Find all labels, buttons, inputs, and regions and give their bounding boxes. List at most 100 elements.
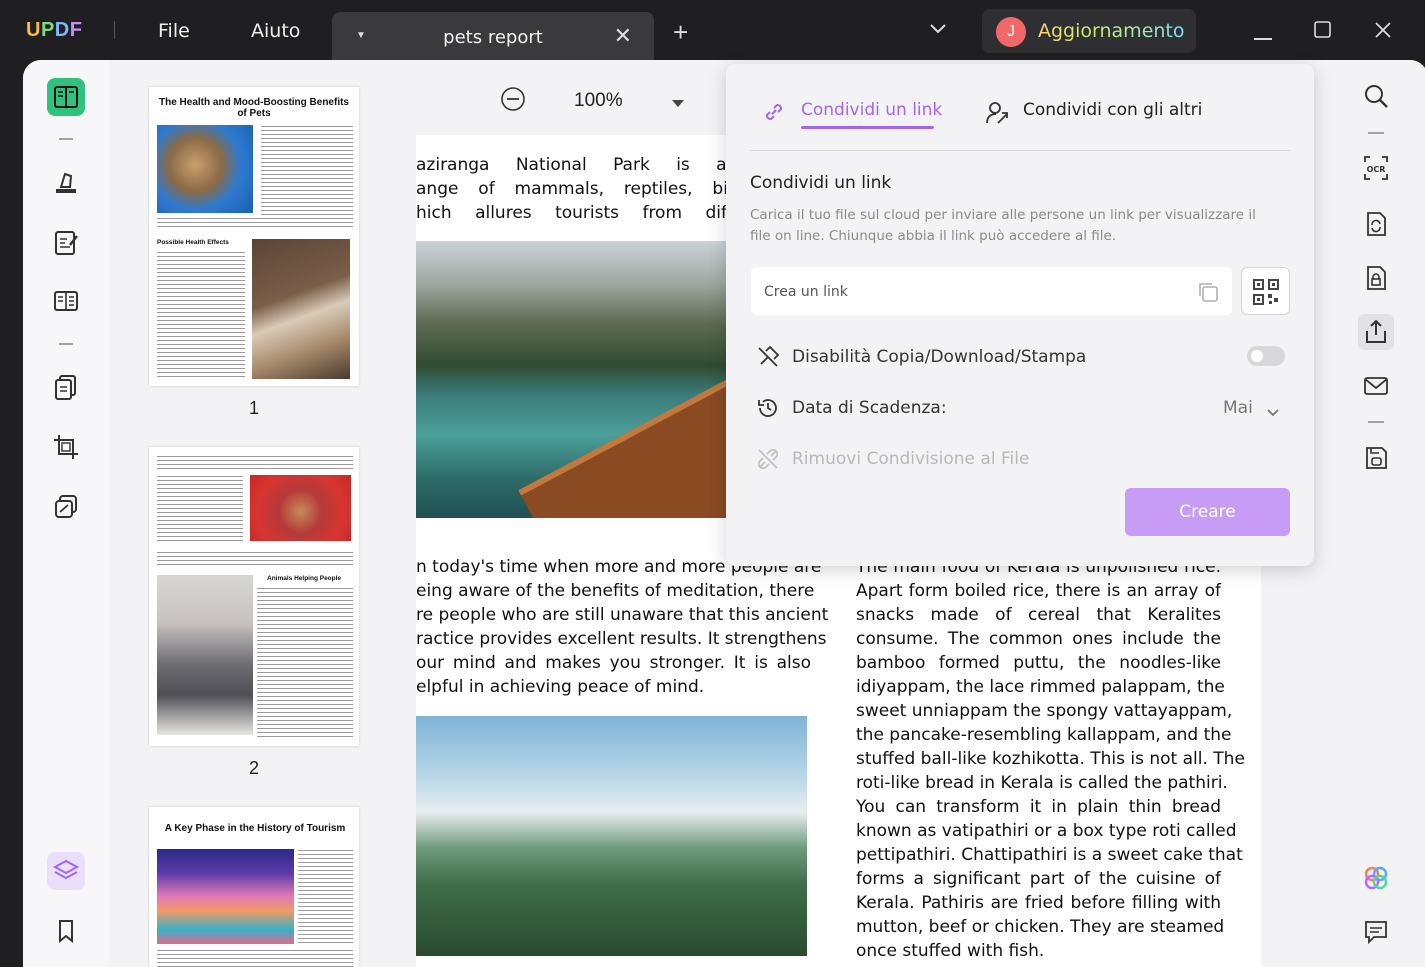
page-thumbnail-1[interactable]: The Health and Mood-Boosting Benefits of… <box>149 87 359 386</box>
page-thumbnail-3[interactable]: A Key Phase in the History of Tourism <box>149 807 359 967</box>
boat-bow <box>518 368 726 518</box>
palm-trees-photo <box>416 716 807 956</box>
link-placeholder: Crea un link <box>764 284 848 300</box>
ai-assistant-icon[interactable] <box>1358 860 1394 896</box>
text-line: our mind and makes you stronger. It is a… <box>416 653 811 673</box>
zoom-level[interactable]: 100% <box>574 90 623 112</box>
crop-icon[interactable] <box>47 428 85 466</box>
active-tab-underline <box>801 126 934 129</box>
comment-highlighter-icon[interactable] <box>47 164 85 202</box>
toolbar-separator <box>59 138 73 140</box>
lake-boat-photo <box>416 241 726 518</box>
user-avatar: J <box>996 17 1026 47</box>
tabs-list-chevron-icon[interactable] <box>928 22 948 41</box>
save-icon[interactable] <box>1358 440 1394 476</box>
cat-with-tulips-photo <box>157 575 253 735</box>
text-line: roti-like bread in Kerala is called the … <box>856 773 1228 793</box>
thumb-text-block <box>157 251 245 377</box>
tab-share-link[interactable]: Condividi un link <box>801 100 942 120</box>
edit-pdf-icon[interactable] <box>47 224 85 262</box>
text-line: forms a significant part of the cuisine … <box>856 869 1221 889</box>
close-tab-icon[interactable]: ✕ <box>614 23 632 49</box>
zoom-out-icon[interactable] <box>500 86 526 117</box>
cat-photo <box>157 125 253 213</box>
share-with-others-icon <box>984 100 1010 130</box>
text-line: re people who are still unaware that thi… <box>416 605 829 625</box>
create-link-button[interactable]: Creare <box>1125 488 1290 536</box>
convert-icon[interactable] <box>1358 206 1394 242</box>
thumb-title: A Key Phase in the History of Tourism <box>164 823 346 834</box>
ocr-icon[interactable]: OCR <box>1358 150 1394 186</box>
thumb-text-block <box>157 455 353 469</box>
expiry-label: Data di Scadenza: <box>792 398 947 418</box>
protect-icon[interactable] <box>1358 260 1394 296</box>
thumb-text-block <box>261 125 353 217</box>
title-separator <box>114 21 115 39</box>
text-line: sweet unniappam the spongy vattayappam, <box>856 701 1233 721</box>
popup-divider <box>750 150 1291 151</box>
text-line: known as vatipathiri or a box type roti … <box>856 821 1237 841</box>
thumb-text-block <box>157 949 353 967</box>
minimize-icon[interactable] <box>1254 29 1272 47</box>
maximize-icon[interactable] <box>1314 21 1332 44</box>
qr-code-icon <box>1253 279 1279 305</box>
thumb-text-block <box>157 475 243 543</box>
section-title: Condividi un link <box>750 173 892 193</box>
reader-mode-icon[interactable] <box>47 78 85 116</box>
thumb-text-block <box>298 849 353 944</box>
thumb-text-block <box>257 587 353 737</box>
tab-share-with-others[interactable]: Condividi con gli altri <box>1023 100 1202 120</box>
text-line: eing aware of the benefits of meditation… <box>416 581 815 601</box>
text-line: elpful in achieving peace of mind. <box>416 677 705 697</box>
expiry-dropdown[interactable]: Mai <box>1223 398 1253 418</box>
organize-pages-icon[interactable] <box>47 368 85 406</box>
thumbnails-panel: The Health and Mood-Boosting Benefits of… <box>109 60 416 967</box>
page-layout-icon[interactable] <box>47 282 85 320</box>
thumb-heading: Animals Helping People <box>267 575 342 582</box>
toolbar-separator <box>1368 421 1384 423</box>
chevron-down-icon[interactable] <box>1266 403 1280 422</box>
thumb-text-block <box>157 217 353 229</box>
bookmark-icon[interactable] <box>47 912 85 950</box>
toolbar-separator <box>59 343 73 345</box>
menu-aiuto[interactable]: Aiuto <box>251 20 300 42</box>
qr-code-button[interactable] <box>1241 267 1290 315</box>
page-number-2: 2 <box>248 758 259 778</box>
paragraph-meditation: n today's time when more and more people… <box>416 555 829 699</box>
page-thumbnail-2[interactable]: Animals Helping People <box>149 447 359 746</box>
share-popup: Condividi un link Condividi con gli altr… <box>726 64 1314 566</box>
unlink-icon <box>756 447 780 475</box>
toggle-knob <box>1251 350 1263 362</box>
email-icon[interactable] <box>1358 368 1394 404</box>
updf-logo: UPDF <box>26 19 83 41</box>
copy-icon[interactable] <box>1197 281 1219 307</box>
menu-file[interactable]: File <box>158 20 190 42</box>
text-line: ractice provides excellent results. It s… <box>416 629 827 649</box>
batch-tools-icon[interactable] <box>47 488 85 526</box>
thumb-text-block <box>157 551 353 565</box>
remove-sharing-label: Rimuovi Condivisione al File <box>792 449 1030 469</box>
text-line: stuffed ball-like kozhikotta. This is no… <box>856 749 1245 769</box>
close-window-icon[interactable] <box>1374 21 1392 44</box>
text-line: Apart form boiled rice, there is an arra… <box>856 581 1221 601</box>
upgrade-label: Aggiornamento <box>1038 20 1185 42</box>
zoom-dropdown-icon[interactable] <box>672 95 684 113</box>
layers-icon[interactable] <box>47 852 85 890</box>
link-icon <box>762 100 786 128</box>
paragraph-kerala-food: The main food of Kerala is unpolished ri… <box>856 555 1245 963</box>
text-line: mutton, beef or chicken. They are steame… <box>856 917 1225 937</box>
text-line: consume. The common ones include the <box>856 629 1221 649</box>
link-field[interactable]: Crea un link <box>751 267 1232 315</box>
thumb-heading: Possible Health Effects <box>157 239 229 246</box>
text-line: pettipathiri. Chattipathiri is a sweet c… <box>856 845 1243 865</box>
tab-title: pets report <box>443 27 543 48</box>
share-icon[interactable] <box>1358 314 1394 350</box>
no-copy-icon <box>756 345 780 373</box>
upgrade-button[interactable]: J Aggiornamento <box>982 9 1196 53</box>
disable-copy-toggle[interactable] <box>1247 346 1285 366</box>
comments-icon[interactable] <box>1358 914 1394 950</box>
left-toolbar <box>23 60 109 967</box>
document-tab[interactable]: ▼ pets report ✕ <box>332 12 654 60</box>
new-tab-icon[interactable]: + <box>673 19 688 45</box>
search-icon[interactable] <box>1358 78 1394 114</box>
